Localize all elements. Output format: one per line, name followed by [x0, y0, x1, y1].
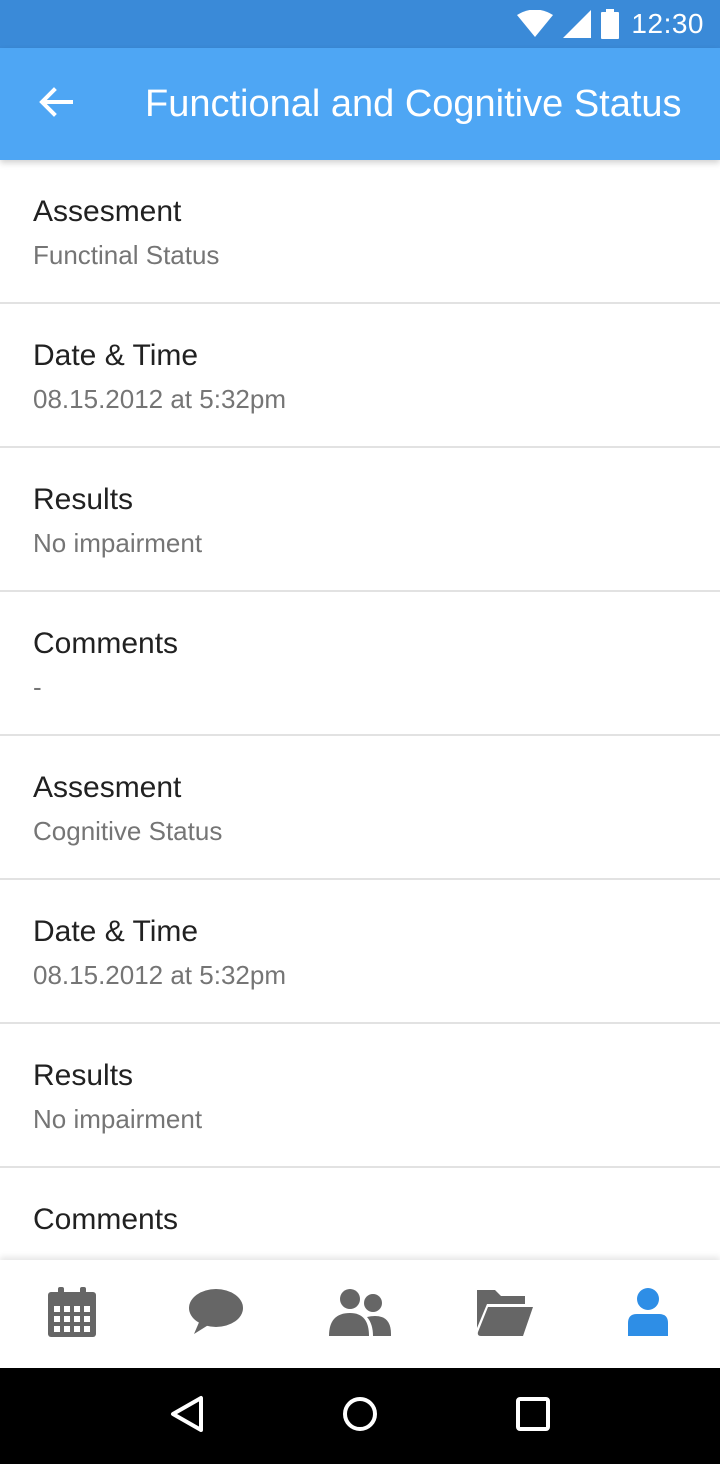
list-item[interactable]: Comments [0, 1168, 720, 1260]
list-item-label: Comments [33, 1203, 179, 1236]
chat-bubble-icon [188, 1288, 244, 1341]
screen: 12:30 Functional and Cognitive Status As… [0, 0, 720, 1464]
list-item-value: - [33, 672, 42, 702]
list-item-value: 08.15.2012 at 5:32pm [33, 960, 286, 990]
nav-contacts[interactable] [288, 1260, 432, 1368]
list-item[interactable]: Comments - [0, 592, 720, 736]
nav-profile[interactable] [576, 1260, 720, 1368]
person-icon [627, 1287, 669, 1341]
back-triangle-icon [169, 1395, 205, 1438]
list-item-label: Date & Time [33, 339, 199, 372]
list-item-value: No impairment [33, 528, 203, 558]
recents-square-icon [516, 1396, 551, 1436]
system-back-button[interactable] [137, 1368, 237, 1464]
list-item[interactable]: Date & Time 08.15.2012 at 5:32pm [0, 880, 720, 1024]
home-circle-icon [342, 1396, 378, 1437]
list-item-label: Assesment [33, 195, 182, 228]
nav-calendar[interactable] [0, 1260, 144, 1368]
signal-icon [563, 10, 592, 38]
list-item[interactable]: Results No impairment [0, 1024, 720, 1168]
nav-documents[interactable] [432, 1260, 576, 1368]
list-item-value: Functinal Status [33, 240, 220, 270]
wifi-icon [517, 10, 554, 38]
status-bar: 12:30 [0, 0, 720, 48]
battery-icon [601, 9, 620, 39]
list-item[interactable]: Results No impairment [0, 448, 720, 592]
back-button[interactable] [0, 48, 112, 160]
list-item[interactable]: Assesment Functinal Status [0, 160, 720, 304]
list-item-value: No impairment [33, 1104, 203, 1134]
system-recents-button[interactable] [483, 1368, 583, 1464]
list-item[interactable]: Assesment Cognitive Status [0, 736, 720, 880]
system-home-button[interactable] [310, 1368, 410, 1464]
list-item-label: Comments [33, 627, 179, 660]
arrow-left-icon [39, 86, 73, 122]
list-item-value: 08.15.2012 at 5:32pm [33, 384, 286, 414]
list-item-label: Date & Time [33, 915, 199, 948]
calendar-icon [47, 1286, 97, 1342]
status-clock: 12:30 [631, 8, 704, 39]
list-item-label: Assesment [33, 771, 182, 804]
folder-icon [475, 1288, 533, 1341]
page-title: Functional and Cognitive Status [145, 82, 682, 125]
list-item-value: Cognitive Status [33, 816, 223, 846]
list-item-label: Results [33, 483, 134, 516]
nav-messages[interactable] [144, 1260, 288, 1368]
app-bar: Functional and Cognitive Status [0, 48, 720, 160]
list-item-label: Results [33, 1059, 134, 1092]
system-nav-bar [0, 1368, 720, 1464]
assessment-list[interactable]: Assesment Functinal Status Date & Time 0… [0, 160, 720, 1260]
list-item[interactable]: Date & Time 08.15.2012 at 5:32pm [0, 304, 720, 448]
people-icon [329, 1288, 391, 1341]
bottom-nav [0, 1260, 720, 1368]
